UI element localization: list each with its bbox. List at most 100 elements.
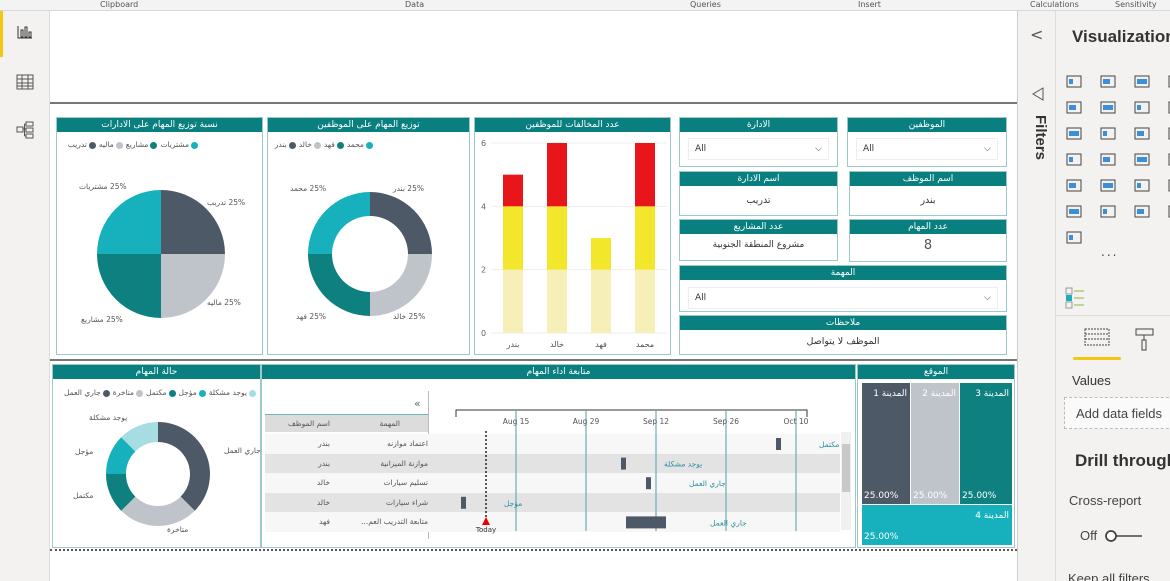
treemap-tile[interactable]: المدينة 3 25.00%: [960, 383, 1012, 504]
clustered-bar-icon[interactable]: [1133, 73, 1151, 89]
table-icon[interactable]: [1099, 177, 1117, 193]
x-tick-label: محمد: [636, 340, 654, 349]
values-label: Values: [1072, 373, 1111, 388]
ribbon-group: Data: [405, 0, 425, 9]
today-marker: [482, 517, 490, 525]
pie-slice[interactable]: [161, 254, 225, 318]
pie-slice[interactable]: [308, 192, 370, 254]
funnel-icon[interactable]: [1099, 125, 1117, 141]
department-dropdown[interactable]: All ⌵: [688, 138, 829, 160]
employees-dropdown[interactable]: All ⌵: [856, 138, 998, 160]
task-bar[interactable]: [626, 516, 666, 529]
status-label: مؤجل: [504, 499, 522, 508]
fields-tab-icon[interactable]: [1084, 327, 1110, 349]
status-label: جاري العمل: [710, 518, 747, 527]
status-donut-chart: [106, 422, 210, 526]
violations-bar-panel[interactable]: عدد المخالفات للموظفين 0 2 4 6 بندر خالد فهد مح…: [474, 117, 671, 355]
more-visuals-button[interactable]: ...: [1101, 245, 1118, 259]
bar-segment[interactable]: [591, 269, 611, 333]
tile-value: 25.00%: [962, 491, 997, 501]
data-view-button[interactable]: [10, 69, 40, 95]
pie-slice[interactable]: [370, 192, 432, 254]
x-tick-label: بندر: [506, 340, 520, 349]
matrix-icon[interactable]: [1133, 177, 1151, 193]
pie-slice[interactable]: [370, 254, 432, 316]
bar-segment[interactable]: [635, 206, 655, 270]
map-icon[interactable]: [1065, 151, 1083, 167]
paginated-report-icon[interactable]: [1133, 203, 1151, 219]
task-slicer[interactable]: المهمة All ⌵: [679, 265, 1007, 312]
task-dropdown[interactable]: All ⌵: [688, 287, 998, 309]
treemap-tile[interactable]: المدينة 4 25.00%: [862, 505, 1012, 545]
dept-pie-panel[interactable]: نسبة توزيع المهام على الادارات مشتريات م…: [56, 117, 263, 355]
gantt-panel[interactable]: متابعة اداء المهام « المهمة اسم الموظف ا…: [261, 364, 856, 548]
tile-label: المدينة 1: [873, 389, 907, 399]
model-view-button[interactable]: [10, 117, 40, 143]
bar-segment[interactable]: [547, 269, 567, 333]
treemap-tile[interactable]: المدينة 1 25.00%: [862, 383, 910, 504]
violations-bar-chart: 0 2 4 6 بندر خالد فهد محمد: [481, 139, 667, 349]
filled-map-icon[interactable]: [1099, 151, 1117, 167]
bar-segment[interactable]: [503, 269, 523, 333]
bar-segment[interactable]: [547, 143, 567, 207]
model-view-icon: [16, 121, 34, 139]
bar-segment[interactable]: [635, 143, 655, 207]
task-bar[interactable]: [621, 457, 626, 470]
line-chart-icon[interactable]: [1065, 99, 1083, 115]
x-tick-label: Oct 10: [784, 417, 809, 426]
cross-report-toggle[interactable]: [1104, 529, 1144, 543]
slicer-icon[interactable]: [1065, 177, 1083, 193]
stacked-bar-icon[interactable]: [1065, 73, 1083, 89]
pie-slice[interactable]: [97, 190, 161, 254]
task-bar[interactable]: [461, 496, 466, 509]
task-bar[interactable]: [646, 477, 651, 490]
bar-segment[interactable]: [591, 238, 611, 270]
qa-icon[interactable]: [1099, 203, 1117, 219]
tile-label: المدينة 4: [975, 511, 1009, 521]
task-count-card: عدد المهام 8: [849, 219, 1007, 262]
task-bar[interactable]: [776, 438, 781, 450]
scatter-icon[interactable]: [1133, 125, 1151, 141]
treemap-tile[interactable]: المدينة 2 25.00%: [911, 383, 959, 504]
status-donut-panel[interactable]: حالة المهام يوجد مشكلة مؤجل مكتمل متاخرة…: [52, 364, 261, 548]
pie-slice[interactable]: [158, 422, 210, 511]
format-paintbrush-icon[interactable]: [1134, 327, 1156, 353]
slicer-title: الادارة: [680, 118, 837, 132]
clustered-column-icon[interactable]: [1099, 73, 1117, 89]
bar-segment[interactable]: [503, 206, 523, 270]
viz-pane-title: Visualizations: [1072, 27, 1170, 46]
toggle-state-label: Off: [1080, 528, 1098, 543]
filters-label[interactable]: Filters: [1032, 115, 1049, 160]
location-treemap-panel[interactable]: الموقع المدينة 1 25.00% المدينة 2 25.00% الم…: [857, 364, 1015, 548]
department-slicer[interactable]: الادارة All ⌵: [679, 117, 838, 167]
area-chart-icon[interactable]: [1099, 99, 1117, 115]
divider: [50, 359, 1017, 361]
employees-slicer[interactable]: الموظفين All ⌵: [847, 117, 1007, 167]
bar-segment[interactable]: [503, 174, 523, 207]
ribbon-chart-icon[interactable]: [1065, 125, 1083, 141]
x-tick-label: Aug 15: [503, 417, 530, 426]
custom-visual-icon[interactable]: [1065, 287, 1087, 309]
stacked-area-icon[interactable]: [1133, 99, 1151, 115]
collapse-filters-button[interactable]: <: [1030, 25, 1043, 44]
bar-segment[interactable]: [547, 206, 567, 270]
today-label: Today: [475, 526, 496, 534]
pie-slice[interactable]: [97, 254, 161, 318]
add-data-fields-well[interactable]: Add data fields: [1064, 397, 1170, 429]
pie-slice[interactable]: [121, 496, 195, 526]
notes-card: ملاحظات الموظف لا يتواصل: [679, 315, 1007, 355]
tile-label: المدينة 3: [975, 389, 1009, 399]
scrollbar[interactable]: [841, 432, 851, 530]
ribbon: Clipboard Data Queries Insert Calculatio…: [0, 0, 1170, 11]
power-automate-icon[interactable]: [1065, 229, 1083, 245]
emp-donut-panel[interactable]: توزيع المهام على الموظفين محمد فهد خالد …: [267, 117, 470, 355]
bar-segment[interactable]: [635, 269, 655, 333]
gauge-icon[interactable]: [1133, 151, 1151, 167]
pie-slice[interactable]: [308, 254, 370, 316]
scrollbar-thumb[interactable]: [842, 444, 850, 492]
dropdown-value: All: [863, 144, 875, 154]
report-view-button[interactable]: [10, 19, 40, 45]
report-view-icon: [17, 26, 32, 39]
pie-slice[interactable]: [161, 190, 225, 254]
decomposition-tree-icon[interactable]: [1065, 203, 1083, 219]
